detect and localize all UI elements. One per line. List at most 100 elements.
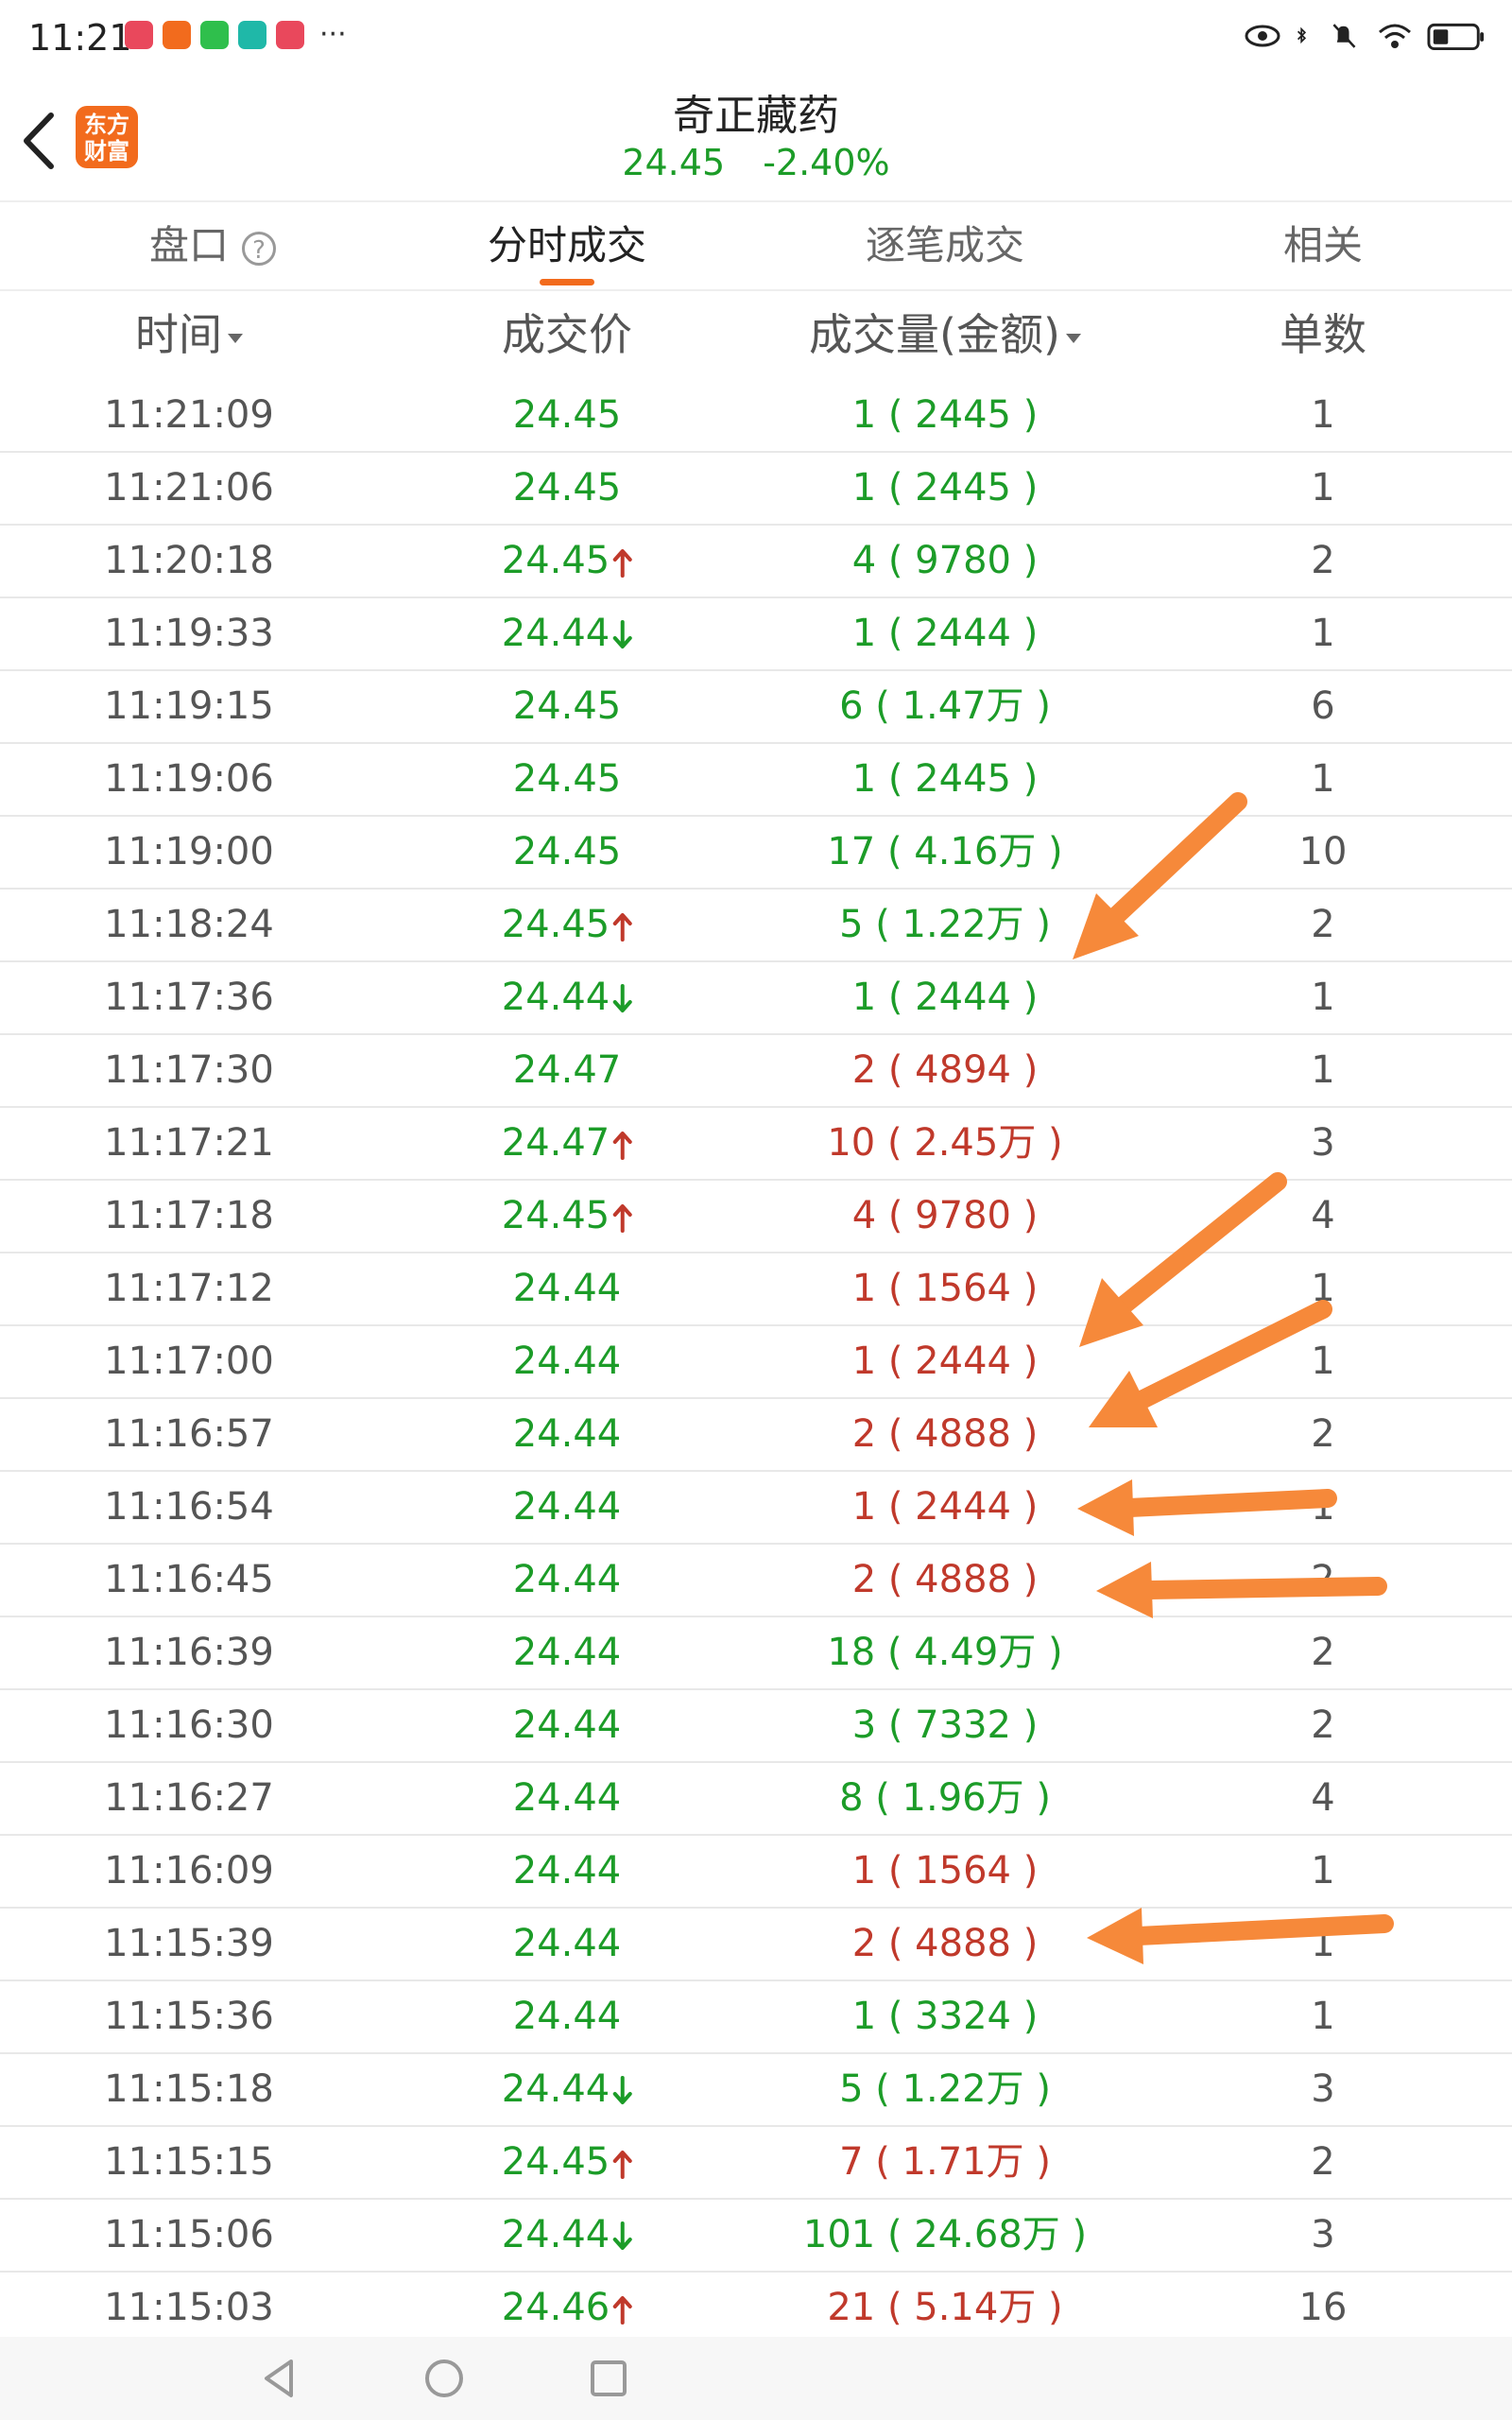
column-time[interactable]: 时间 <box>135 289 243 380</box>
trade-price-value: 24.47 <box>501 1121 610 1165</box>
trade-count: 3 <box>1311 1121 1335 1165</box>
table-row[interactable]: 11:15:03 24.46 21 ( 5.14万 ) 16 <box>0 2273 1512 2345</box>
trade-count: 4 <box>1311 1194 1335 1237</box>
trade-count: 1 <box>1311 393 1335 437</box>
trade-list[interactable]: 11:21:09 24.45 1 ( 2445 ) 1 11:21:06 24.45 1 (… <box>0 380 1512 2345</box>
trade-price-value: 24.44 <box>512 1849 622 1893</box>
trade-time: 11:15:15 <box>104 2140 274 2184</box>
trade-count: 1 <box>1311 1485 1335 1529</box>
trade-count: 3 <box>1311 2067 1335 2111</box>
trade-price: 24.44 <box>502 598 633 669</box>
table-row[interactable]: 11:17:18 24.45 4 ( 9780 ) 4 <box>0 1181 1512 1253</box>
arrow-down-icon <box>612 2221 632 2250</box>
trade-price-value: 24.45 <box>512 393 622 437</box>
table-row[interactable]: 11:16:45 24.44 2 ( 4888 ) 2 <box>0 1545 1512 1617</box>
trade-count: 1 <box>1311 1267 1335 1310</box>
trade-volume: 101 ( 24.68万 ) <box>802 2213 1088 2256</box>
trade-time: 11:16:27 <box>104 1776 274 1820</box>
trade-time: 11:17:18 <box>104 1194 274 1237</box>
table-row[interactable]: 11:16:27 24.44 8 ( 1.96万 ) 4 <box>0 1763 1512 1836</box>
table-row[interactable]: 11:19:06 24.45 1 ( 2445 ) 1 <box>0 744 1512 817</box>
table-row[interactable]: 11:16:39 24.44 18 ( 4.49万 ) 2 <box>0 1617 1512 1690</box>
trade-price: 24.45 <box>513 380 622 451</box>
trade-count: 2 <box>1311 2140 1335 2184</box>
table-row[interactable]: 11:16:57 24.44 2 ( 4888 ) 2 <box>0 1399 1512 1472</box>
column-count-label: 单数 <box>1280 309 1366 360</box>
stock-header: 东方 财富 奇正藏药 24.45 -2.40% <box>0 76 1512 199</box>
table-row[interactable]: 11:17:12 24.44 1 ( 1564 ) 1 <box>0 1253 1512 1326</box>
table-row[interactable]: 11:15:18 24.44 5 ( 1.22万 ) 3 <box>0 2054 1512 2127</box>
tab-related[interactable]: 相关 <box>1283 202 1363 289</box>
trade-volume: 3 ( 7332 ) <box>851 1703 1039 1747</box>
trade-price: 24.44 <box>513 1690 622 1761</box>
table-row[interactable]: 11:19:15 24.45 6 ( 1.47万 ) 6 <box>0 671 1512 744</box>
table-row[interactable]: 11:19:33 24.44 1 ( 2444 ) 1 <box>0 598 1512 671</box>
nav-back-icon[interactable] <box>255 2354 304 2403</box>
more-notifications-icon: ··· <box>319 18 347 51</box>
trade-time: 11:16:54 <box>104 1485 274 1529</box>
trade-count: 2 <box>1311 1631 1335 1674</box>
trade-volume: 8 ( 1.96万 ) <box>839 1776 1051 1820</box>
tab-fenshi-label: 分时成交 <box>487 222 647 268</box>
arrow-up-icon <box>612 2296 632 2325</box>
table-row[interactable]: 11:15:36 24.44 1 ( 3324 ) 1 <box>0 1981 1512 2054</box>
table-row[interactable]: 11:15:39 24.44 2 ( 4888 ) 1 <box>0 1909 1512 1981</box>
trade-price: 24.44 <box>513 1399 622 1470</box>
arrow-up-icon <box>612 2151 632 2179</box>
table-row[interactable]: 11:17:30 24.47 2 ( 4894 ) 1 <box>0 1035 1512 1108</box>
trade-price: 24.44 <box>513 1253 622 1324</box>
tab-fenshi[interactable]: 分时成交 <box>488 202 646 289</box>
trade-price-value: 24.45 <box>512 466 622 510</box>
trade-volume: 2 ( 4888 ) <box>851 1922 1039 1965</box>
table-row[interactable]: 11:17:36 24.44 1 ( 2444 ) 1 <box>0 962 1512 1035</box>
trade-time: 11:17:00 <box>104 1340 274 1383</box>
trade-price-value: 24.47 <box>512 1048 622 1092</box>
trade-price: 24.44 <box>513 1472 622 1543</box>
table-row[interactable]: 11:21:06 24.45 1 ( 2445 ) 1 <box>0 453 1512 526</box>
help-icon[interactable]: ? <box>242 231 277 266</box>
trade-price-value: 24.44 <box>512 1776 622 1820</box>
table-row[interactable]: 11:17:21 24.47 10 ( 2.45万 ) 3 <box>0 1108 1512 1181</box>
arrow-up-icon <box>612 549 632 578</box>
trade-price: 24.45 <box>513 453 622 524</box>
trade-time: 11:20:18 <box>104 539 274 582</box>
column-time-label: 时间 <box>135 309 222 360</box>
column-count: 单数 <box>1280 289 1366 380</box>
trade-time: 11:19:15 <box>104 684 274 728</box>
tab-bar: 盘口? 分时成交 逐笔成交 相关 <box>0 200 1512 291</box>
trade-time: 11:17:36 <box>104 976 274 1019</box>
table-row[interactable]: 11:21:09 24.45 1 ( 2445 ) 1 <box>0 380 1512 453</box>
wifi-icon <box>1379 24 1411 48</box>
table-row[interactable]: 11:20:18 24.45 4 ( 9780 ) 2 <box>0 526 1512 598</box>
trade-time: 11:15:36 <box>104 1995 274 2038</box>
table-row[interactable]: 11:16:09 24.44 1 ( 1564 ) 1 <box>0 1836 1512 1909</box>
table-row[interactable]: 11:17:00 24.44 1 ( 2444 ) 1 <box>0 1326 1512 1399</box>
table-row[interactable]: 11:15:15 24.45 7 ( 1.71万 ) 2 <box>0 2127 1512 2200</box>
trade-time: 11:19:33 <box>104 612 274 655</box>
trade-volume: 2 ( 4888 ) <box>851 1558 1039 1601</box>
nav-home-icon[interactable] <box>420 2354 469 2403</box>
table-row[interactable]: 11:18:24 24.45 5 ( 1.22万 ) 2 <box>0 890 1512 962</box>
table-row[interactable]: 11:16:54 24.44 1 ( 2444 ) 1 <box>0 1472 1512 1545</box>
status-bar: 11:21 ··· <box>0 0 1512 76</box>
trade-price-value: 24.44 <box>512 1267 622 1310</box>
column-volume-label: 成交量(金额) <box>809 309 1060 360</box>
column-volume[interactable]: 成交量(金额) <box>809 289 1081 380</box>
trade-price: 24.45 <box>502 2127 633 2198</box>
tab-zhubi[interactable]: 逐笔成交 <box>866 202 1024 289</box>
trade-time: 11:19:06 <box>104 757 274 801</box>
nav-recents-icon[interactable] <box>584 2354 633 2403</box>
table-row[interactable]: 11:16:30 24.44 3 ( 7332 ) 2 <box>0 1690 1512 1763</box>
table-row[interactable]: 11:15:06 24.44 101 ( 24.68万 ) 3 <box>0 2200 1512 2273</box>
trade-price-value: 24.45 <box>512 757 622 801</box>
trade-volume: 2 ( 4894 ) <box>851 1048 1039 1092</box>
tab-pankou[interactable]: 盘口? <box>149 202 277 289</box>
column-header: 时间 成交价 成交量(金额) 单数 <box>0 289 1512 380</box>
table-row[interactable]: 11:19:00 24.45 17 ( 4.16万 ) 10 <box>0 817 1512 890</box>
trade-price-value: 24.44 <box>512 1922 622 1965</box>
trade-price-value: 24.44 <box>512 1340 622 1383</box>
trade-time: 11:21:06 <box>104 466 274 510</box>
trade-price: 24.45 <box>513 671 622 742</box>
trade-time: 11:16:39 <box>104 1631 274 1674</box>
arrow-up-icon <box>612 1204 632 1233</box>
